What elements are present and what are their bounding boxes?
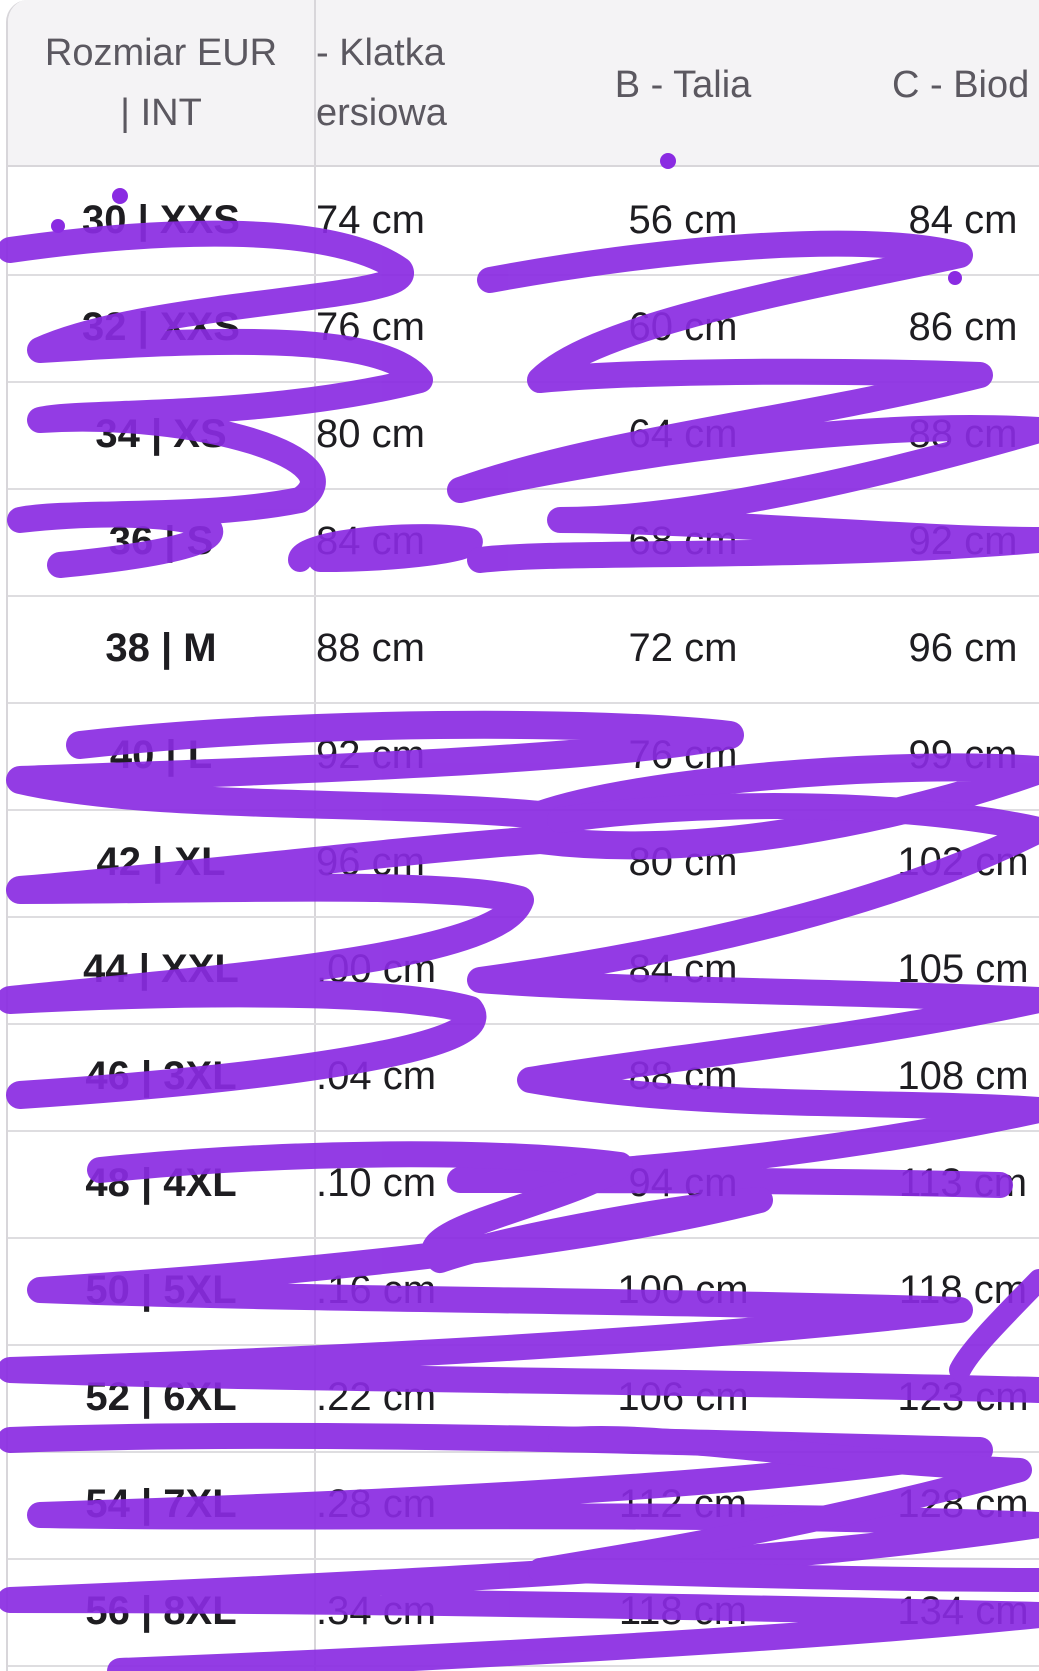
cell-waist: 56 cm (628, 198, 738, 242)
table-row: 34 | XS 80 cm 64 cm 88 cm (8, 381, 1039, 490)
header-size: Rozmiar EUR | INT (8, 23, 314, 143)
cell-hips: 92 cm (908, 519, 1018, 563)
cell-size: 56 | 8XL (85, 1589, 237, 1633)
cell-waist: 106 cm (617, 1375, 749, 1419)
cell-size: 42 | XL (96, 840, 226, 884)
table-row: 44 | XXL .00 cm 84 cm 105 cm (8, 916, 1039, 1025)
cell-chest: .16 cm (316, 1268, 437, 1312)
cell-chest: 80 cm (316, 412, 425, 456)
cell-chest: 76 cm (316, 305, 425, 349)
header-waist: B - Talia (614, 64, 752, 106)
table-row: 32 | XXS 76 cm 60 cm 86 cm (8, 274, 1039, 383)
cell-hips: 84 cm (908, 198, 1018, 242)
cell-size: 50 | 5XL (85, 1268, 237, 1312)
cell-waist: 64 cm (628, 412, 738, 456)
cell-size: 38 | M (105, 626, 217, 670)
header-size-line-1: Rozmiar EUR (44, 32, 278, 74)
cell-chest: 96 cm (316, 840, 425, 884)
cell-chest: 74 cm (316, 198, 425, 242)
cell-hips: 102 cm (897, 840, 1029, 884)
cell-size: 32 | XXS (82, 305, 240, 349)
cell-hips: 88 cm (908, 412, 1018, 456)
table-row: 56 | 8XL .34 cm 118 cm 134 cm (8, 1558, 1039, 1667)
cell-size: 46 | 3XL (85, 1054, 237, 1098)
cell-chest: .28 cm (316, 1482, 437, 1526)
cell-hips: 118 cm (898, 1268, 1028, 1312)
cell-chest: .10 cm (316, 1161, 437, 1205)
header-hips: C - Biod (892, 64, 1030, 106)
cell-chest: .00 cm (316, 947, 437, 991)
cell-hips: 105 cm (897, 947, 1029, 991)
cell-size: 40 | L (109, 733, 213, 777)
header-chest-line-2: ersiowa (316, 92, 447, 134)
cell-hips: 113 cm (898, 1161, 1028, 1205)
size-chart-table: Rozmiar EUR | INT - Klatka ersiowa B - T… (6, 0, 1039, 1671)
table-row: 52 | 6XL .22 cm 106 cm 123 cm (8, 1344, 1039, 1453)
cell-waist: 94 cm (628, 1161, 738, 1205)
cell-waist: 68 cm (628, 519, 738, 563)
cell-waist: 118 cm (618, 1589, 748, 1633)
cell-hips: 134 cm (897, 1589, 1029, 1633)
table-row: 46 | 3XL .04 cm 88 cm 108 cm (8, 1023, 1039, 1132)
cell-hips: 99 cm (908, 733, 1018, 777)
cell-size: 44 | XXL (83, 947, 239, 991)
cell-size: 36 | S (108, 519, 214, 563)
cell-waist: 88 cm (628, 1054, 738, 1098)
table-row: 40 | L 92 cm 76 cm 99 cm (8, 702, 1039, 811)
table-row: 50 | 5XL .16 cm 100 cm 118 cm (8, 1237, 1039, 1346)
table-row: 30 | XXS 74 cm 56 cm 84 cm (8, 167, 1039, 276)
header-size-line-2: | INT (120, 92, 202, 134)
cell-waist: 76 cm (628, 733, 738, 777)
cell-size: 52 | 6XL (85, 1375, 237, 1419)
cell-hips: 86 cm (908, 305, 1018, 349)
cell-chest: 84 cm (316, 519, 425, 563)
table-row: 42 | XL 96 cm 80 cm 102 cm (8, 809, 1039, 918)
cell-hips: 128 cm (897, 1482, 1029, 1526)
cell-waist: 100 cm (617, 1268, 749, 1312)
cell-waist: 84 cm (628, 947, 738, 991)
table-row: 48 | 4XL .10 cm 94 cm 113 cm (8, 1130, 1039, 1239)
cell-size: 54 | 7XL (85, 1482, 237, 1526)
cell-waist: 112 cm (618, 1482, 748, 1526)
cell-waist: 60 cm (628, 305, 738, 349)
table-row: 36 | S 84 cm 68 cm 92 cm (8, 488, 1039, 597)
cell-hips: 96 cm (908, 626, 1018, 670)
table-row: 38 | M 88 cm 72 cm 96 cm (8, 595, 1039, 704)
cell-chest: .04 cm (316, 1054, 437, 1098)
cell-chest: .34 cm (316, 1589, 437, 1633)
cell-waist: 72 cm (628, 626, 738, 670)
header-chest-line-1: - Klatka (316, 32, 445, 74)
cell-chest: .22 cm (316, 1375, 437, 1419)
cell-size: 30 | XXS (82, 198, 240, 242)
cell-chest: 88 cm (316, 626, 425, 670)
header-chest: - Klatka ersiowa (316, 23, 447, 143)
cell-chest: 92 cm (316, 733, 425, 777)
cell-waist: 80 cm (628, 840, 738, 884)
cell-size: 34 | XS (95, 412, 227, 456)
cell-hips: 108 cm (897, 1054, 1029, 1098)
cell-size: 48 | 4XL (85, 1161, 237, 1205)
cell-hips: 123 cm (897, 1375, 1029, 1419)
table-row: 54 | 7XL .28 cm 112 cm 128 cm (8, 1451, 1039, 1560)
